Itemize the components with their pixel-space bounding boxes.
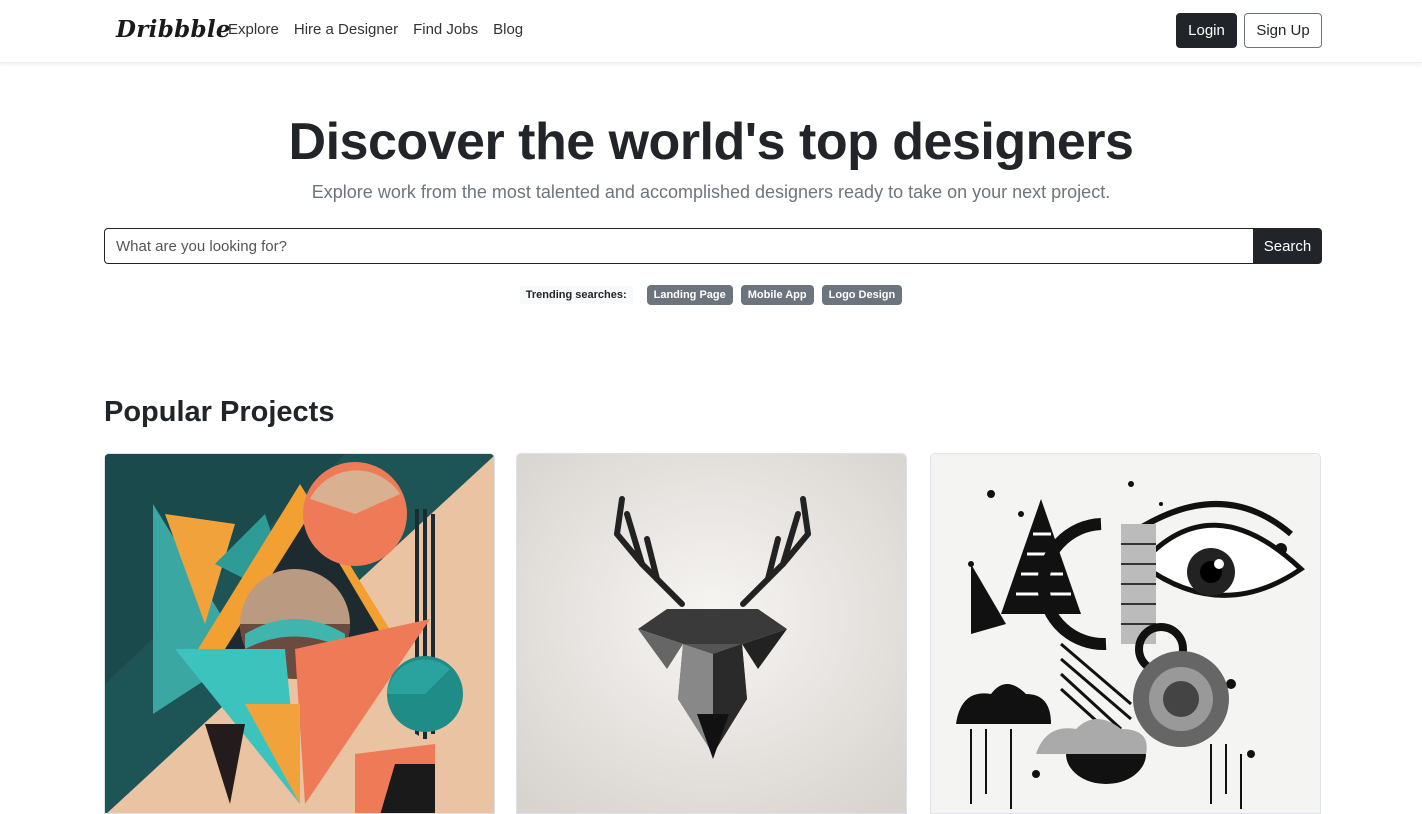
nav-link-explore[interactable]: Explore — [228, 21, 279, 38]
search-bar: Search — [104, 228, 1322, 264]
hero-title: Discover the world's top designers — [288, 113, 1134, 171]
top-navbar: Dribbble Explore Hire a Designer Find Jo… — [0, 0, 1422, 63]
tag-logo-design[interactable]: Logo Design — [821, 285, 903, 305]
tag-landing-page[interactable]: Landing Page — [646, 285, 733, 305]
nav-link-find-jobs[interactable]: Find Jobs — [413, 21, 478, 38]
abstract-geometric-artwork-icon — [105, 454, 494, 813]
project-card[interactable] — [516, 453, 907, 814]
brand-logo[interactable]: Dribbble — [116, 16, 231, 43]
project-card[interactable] — [930, 453, 1321, 814]
trending-label: Trending searches: — [519, 286, 633, 304]
search-button[interactable]: Search — [1253, 228, 1322, 264]
signup-button[interactable]: Sign Up — [1244, 13, 1322, 48]
nav-links: Explore Hire a Designer Find Jobs Blog — [228, 21, 523, 38]
project-card[interactable] — [104, 453, 495, 814]
nav-link-blog[interactable]: Blog — [493, 21, 523, 38]
tag-mobile-app[interactable]: Mobile App — [740, 285, 814, 305]
hero-subtitle: Explore work from the most talented and … — [311, 182, 1111, 202]
low-poly-deer-artwork-icon — [517, 454, 906, 813]
popular-projects-title: Popular Projects — [104, 396, 335, 428]
trending-searches: Trending searches: Landing Page Mobile A… — [0, 285, 1422, 305]
abstract-eye-collage-artwork-icon — [931, 454, 1320, 813]
login-button[interactable]: Login — [1176, 13, 1237, 48]
nav-link-hire-designer[interactable]: Hire a Designer — [294, 21, 398, 38]
search-input[interactable] — [104, 228, 1253, 264]
